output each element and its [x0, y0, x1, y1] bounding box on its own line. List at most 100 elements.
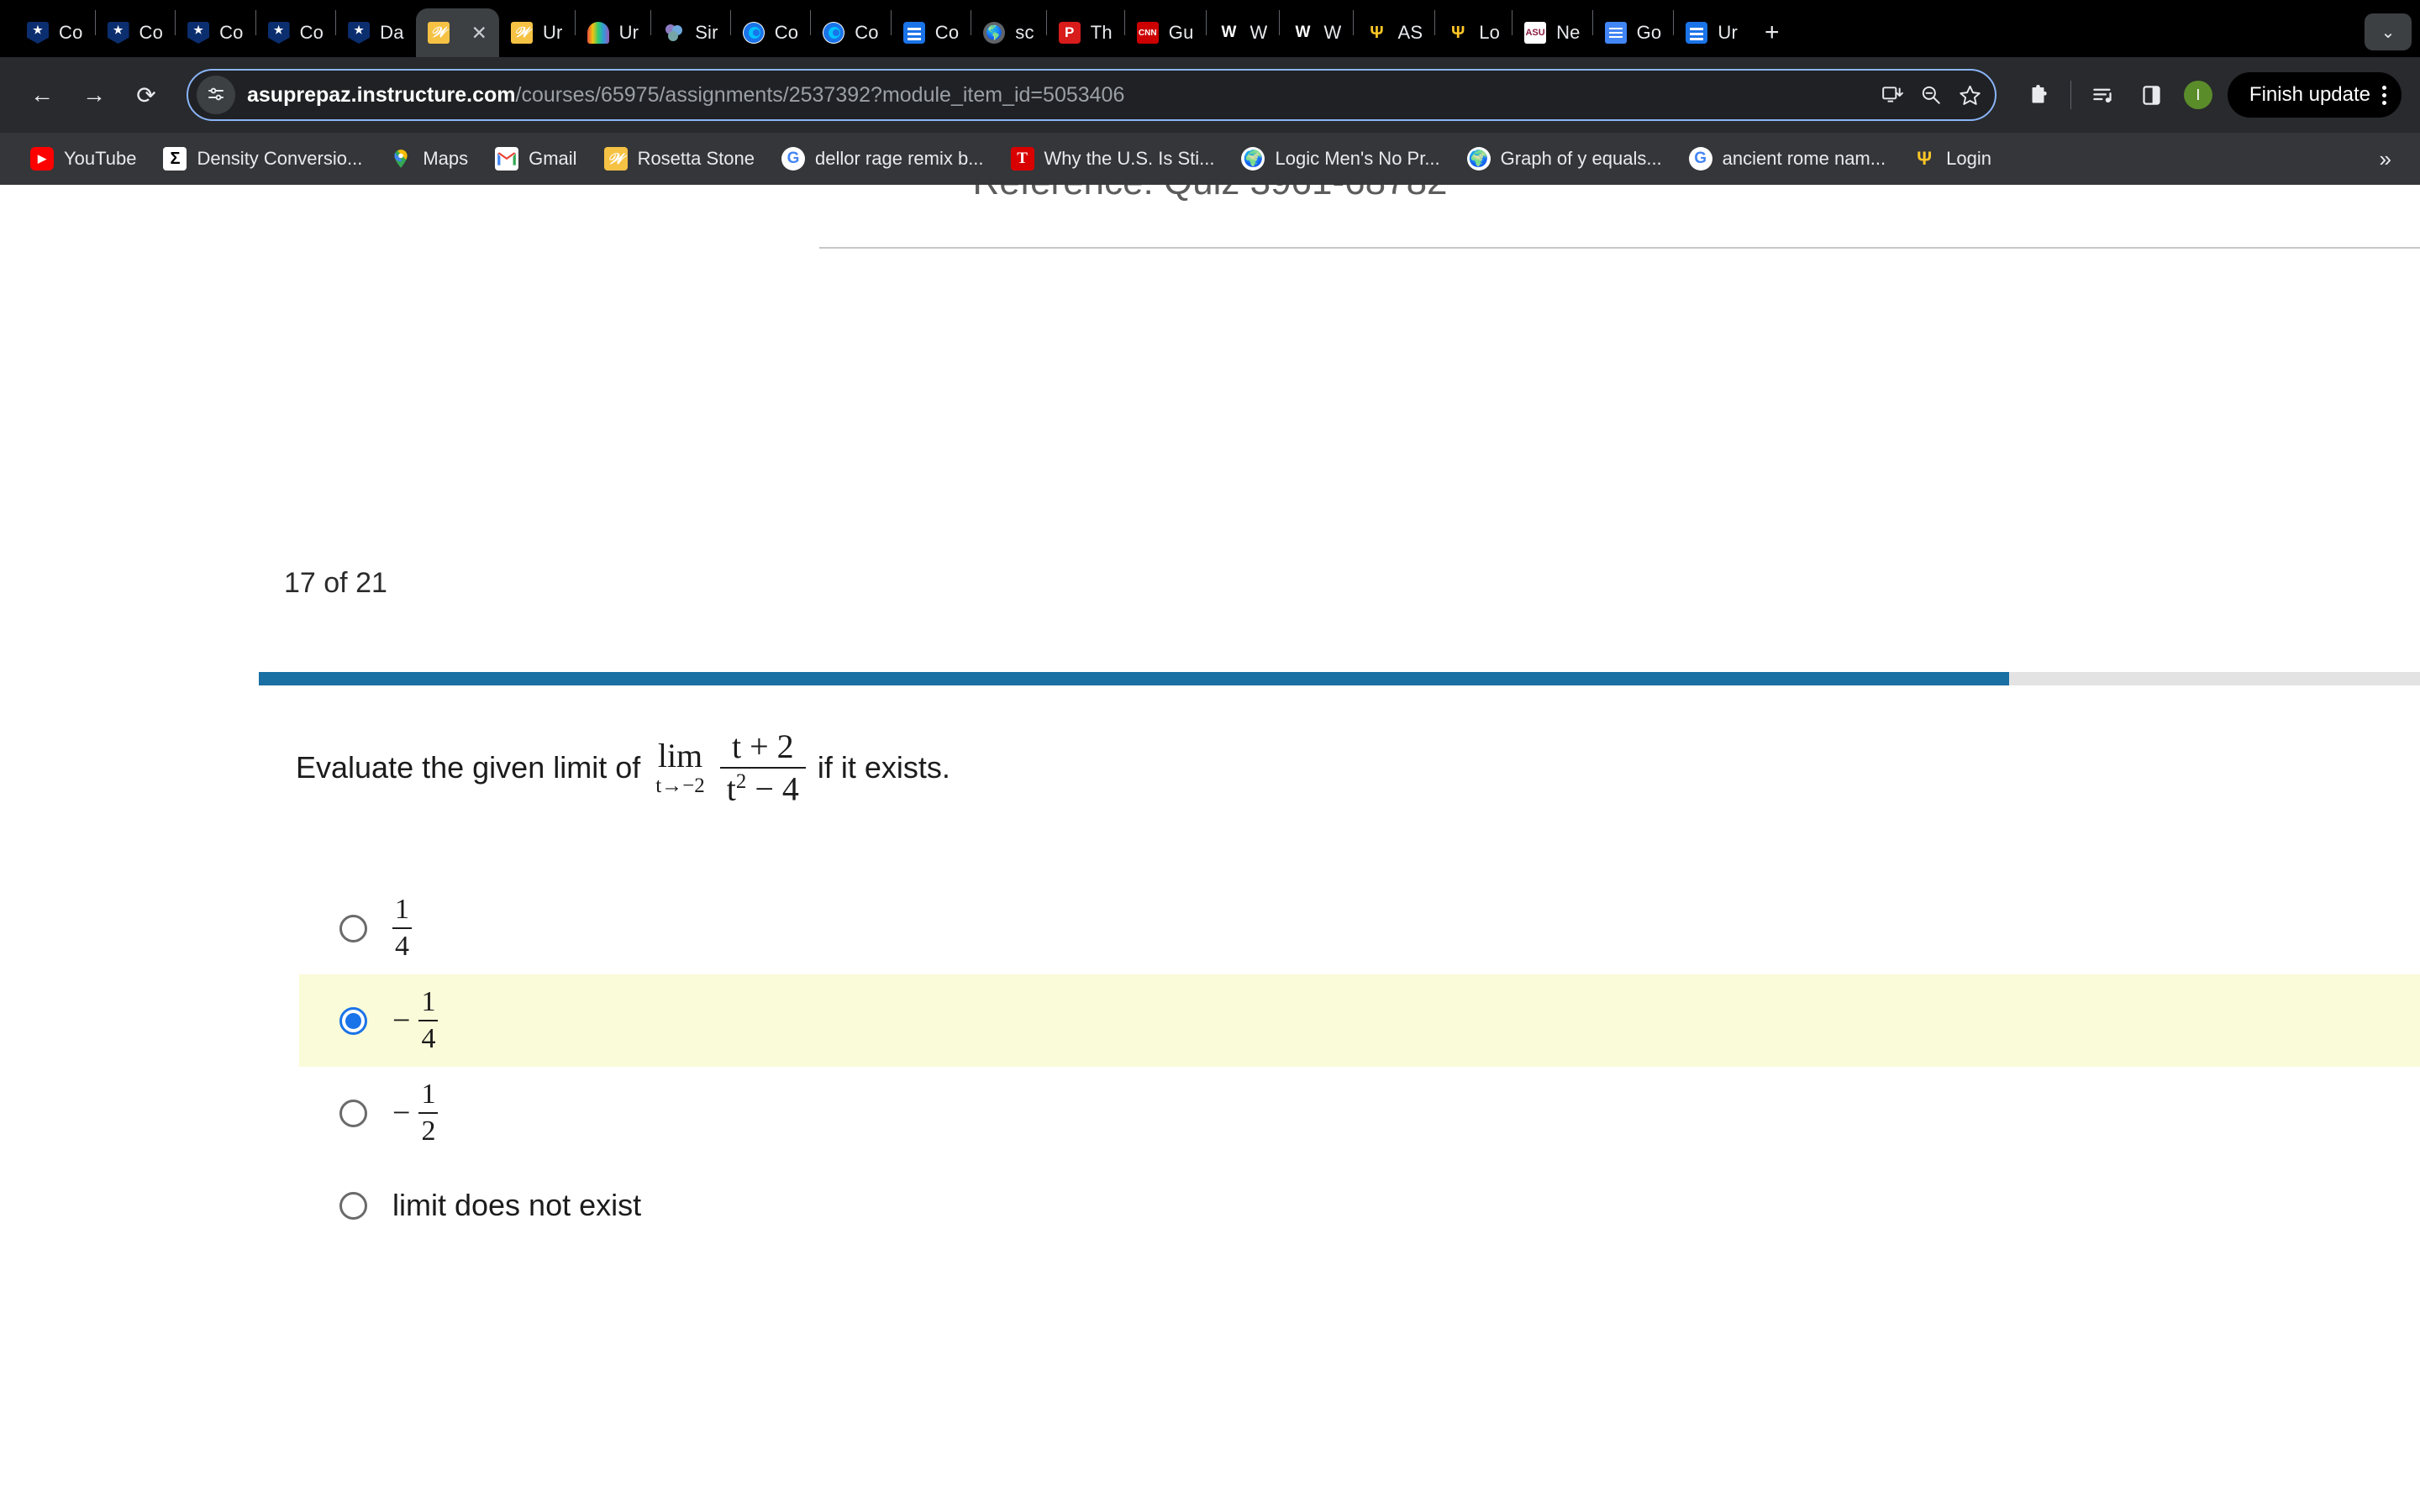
browser-tab[interactable]: Co — [731, 8, 811, 57]
tab-title: Co — [774, 22, 799, 43]
w-icon: W — [1295, 24, 1311, 41]
limit-operator: lim — [657, 737, 703, 775]
bookmarks-overflow-button[interactable]: » — [2380, 146, 2403, 172]
bookmark-label: ancient rome nam... — [1722, 148, 1886, 169]
question-counter: 17 of 21 — [284, 567, 387, 599]
bookmark-item[interactable]: Σ Density Conversio... — [150, 147, 376, 171]
browser-tab[interactable]: Co — [892, 8, 971, 57]
asu-pitchfork-icon: Ψ — [1451, 23, 1465, 42]
rainbow-icon — [587, 22, 609, 44]
install-app-icon[interactable] — [1881, 84, 1903, 106]
bookmarks-bar: ▶ YouTube Σ Density Conversio... Maps Gm… — [0, 133, 2420, 185]
browser-toolbar: ← → ⟳ asuprepaz.instructure.com/courses/… — [0, 57, 2420, 133]
side-panel-icon[interactable] — [2135, 84, 2169, 107]
browser-tab[interactable]: Ψ AS — [1354, 8, 1434, 57]
quiz-progress-bar — [259, 672, 2420, 685]
tab-title: Co — [855, 22, 879, 43]
fraction-denominator: t2 − 4 — [719, 767, 806, 806]
answer-options-list: 1 4 − 1 4 − 1 2 limit does not exist — [299, 882, 2420, 1252]
browser-tab[interactable]: CNN Gu — [1125, 8, 1206, 57]
bookmark-item[interactable]: 🌍 Logic Men's No Pr... — [1228, 147, 1453, 171]
bookmark-item[interactable]: T Why the U.S. Is Sti... — [997, 147, 1228, 171]
browser-tab-active[interactable]: 𝒲 ✕ — [415, 8, 499, 57]
close-icon[interactable]: ✕ — [471, 23, 487, 43]
quiz-reference-title: Reference: Quiz 3961-68782 — [0, 185, 2420, 203]
answer-option-label: 1 4 — [392, 895, 412, 961]
browser-tab[interactable]: 𝒲 Ur — [499, 8, 575, 57]
browser-tab[interactable]: P Th — [1047, 8, 1124, 57]
bookmark-item[interactable]: Ψ Login — [1899, 147, 2005, 171]
answer-radio[interactable] — [339, 914, 367, 942]
answer-option-row-selected[interactable]: − 1 4 — [299, 974, 2420, 1067]
bookmark-item[interactable]: 𝒲 Rosetta Stone — [591, 147, 768, 171]
browser-tab[interactable]: Co — [15, 8, 95, 57]
url-domain: asuprepaz.instructure.com — [247, 82, 516, 107]
browser-tab[interactable]: Go — [1593, 8, 1674, 57]
tab-title: Th — [1090, 22, 1113, 43]
reading-list-icon[interactable] — [2086, 84, 2120, 107]
browser-tab[interactable]: 🌎 sc — [971, 8, 1045, 57]
browser-tab[interactable]: Ψ Lo — [1435, 8, 1512, 57]
bookmark-item[interactable]: G dellor rage remix b... — [768, 147, 997, 171]
fraction-denominator: 4 — [418, 1020, 439, 1054]
google-maps-icon — [389, 147, 413, 171]
browser-tab[interactable]: Co — [176, 8, 255, 57]
answer-option-row[interactable]: 1 4 — [299, 882, 2420, 974]
canvas-icon — [267, 22, 290, 44]
browser-tab[interactable]: Da — [336, 8, 416, 57]
browser-tab[interactable]: Co — [811, 8, 891, 57]
answer-fraction: 1 2 — [418, 1079, 439, 1146]
profile-avatar[interactable]: I — [2183, 81, 2212, 109]
fraction-numerator: 1 — [421, 986, 436, 1018]
answer-radio[interactable] — [339, 1191, 367, 1220]
browser-tab[interactable]: ASU Ne — [1512, 8, 1592, 57]
bookmark-item[interactable]: Gmail — [481, 147, 590, 171]
address-bar[interactable]: asuprepaz.instructure.com/courses/65975/… — [187, 69, 1996, 121]
back-button[interactable]: ← — [18, 71, 66, 118]
bookmark-item[interactable]: ▶ YouTube — [17, 147, 150, 171]
bookmark-item[interactable]: G ancient rome nam... — [1676, 147, 1899, 171]
horizontal-divider — [819, 247, 2420, 249]
bookmark-item[interactable]: 🌍 Graph of y equals... — [1454, 147, 1676, 171]
bookmark-item[interactable]: Maps — [376, 147, 481, 171]
site-settings-icon[interactable] — [197, 76, 235, 114]
browser-tab[interactable]: Ur — [576, 8, 651, 57]
browser-tab[interactable]: Ur — [1674, 8, 1749, 57]
extensions-puzzle-icon[interactable] — [2022, 84, 2055, 107]
tab-title: Ur — [618, 22, 639, 43]
gmail-icon — [495, 147, 519, 171]
toolbar-divider — [2070, 81, 2071, 109]
time-icon: T — [1010, 147, 1034, 171]
sigma-icon: Σ — [163, 147, 187, 171]
answer-option-row[interactable]: limit does not exist — [299, 1159, 2420, 1252]
star-icon[interactable] — [1959, 84, 1981, 107]
answer-radio[interactable] — [339, 1006, 367, 1035]
fraction-denominator: 4 — [392, 927, 412, 962]
forward-button[interactable]: → — [71, 71, 118, 118]
three-dot-menu-icon[interactable] — [2382, 85, 2386, 105]
browser-tab[interactable]: Co — [96, 8, 176, 57]
browser-tab[interactable]: W W — [1280, 8, 1353, 57]
canvas-icon — [27, 22, 49, 44]
new-tab-button[interactable]: + — [1749, 20, 1795, 45]
tab-title: W — [1249, 22, 1268, 43]
answer-radio[interactable] — [339, 1099, 367, 1127]
answer-option-row[interactable]: − 1 2 — [299, 1067, 2420, 1159]
finish-update-button[interactable]: Finish update — [2227, 72, 2402, 118]
tab-title: Ur — [1718, 22, 1738, 43]
google-icon: G — [1688, 147, 1712, 171]
asu-box-icon: ASU — [1524, 22, 1547, 44]
globe-icon: 🌎 — [983, 22, 1006, 44]
limit-subscript: t→−2 — [655, 774, 705, 798]
tab-title: Go — [1636, 22, 1662, 43]
asu-pitchfork-icon: Ψ — [1917, 148, 1933, 169]
browser-tab[interactable]: W W — [1207, 8, 1280, 57]
browser-tab[interactable]: Sir — [651, 8, 730, 57]
fraction-numerator: t + 2 — [731, 727, 794, 765]
zoom-out-icon[interactable] — [1920, 84, 1942, 106]
tabstrip-right-group: ⌄ — [2365, 13, 2412, 50]
reload-button[interactable]: ⟳ — [123, 71, 170, 118]
browser-tab[interactable]: Co — [256, 8, 336, 57]
chevron-down-icon[interactable]: ⌄ — [2365, 13, 2412, 50]
quiz-progress-fill — [259, 672, 2010, 685]
